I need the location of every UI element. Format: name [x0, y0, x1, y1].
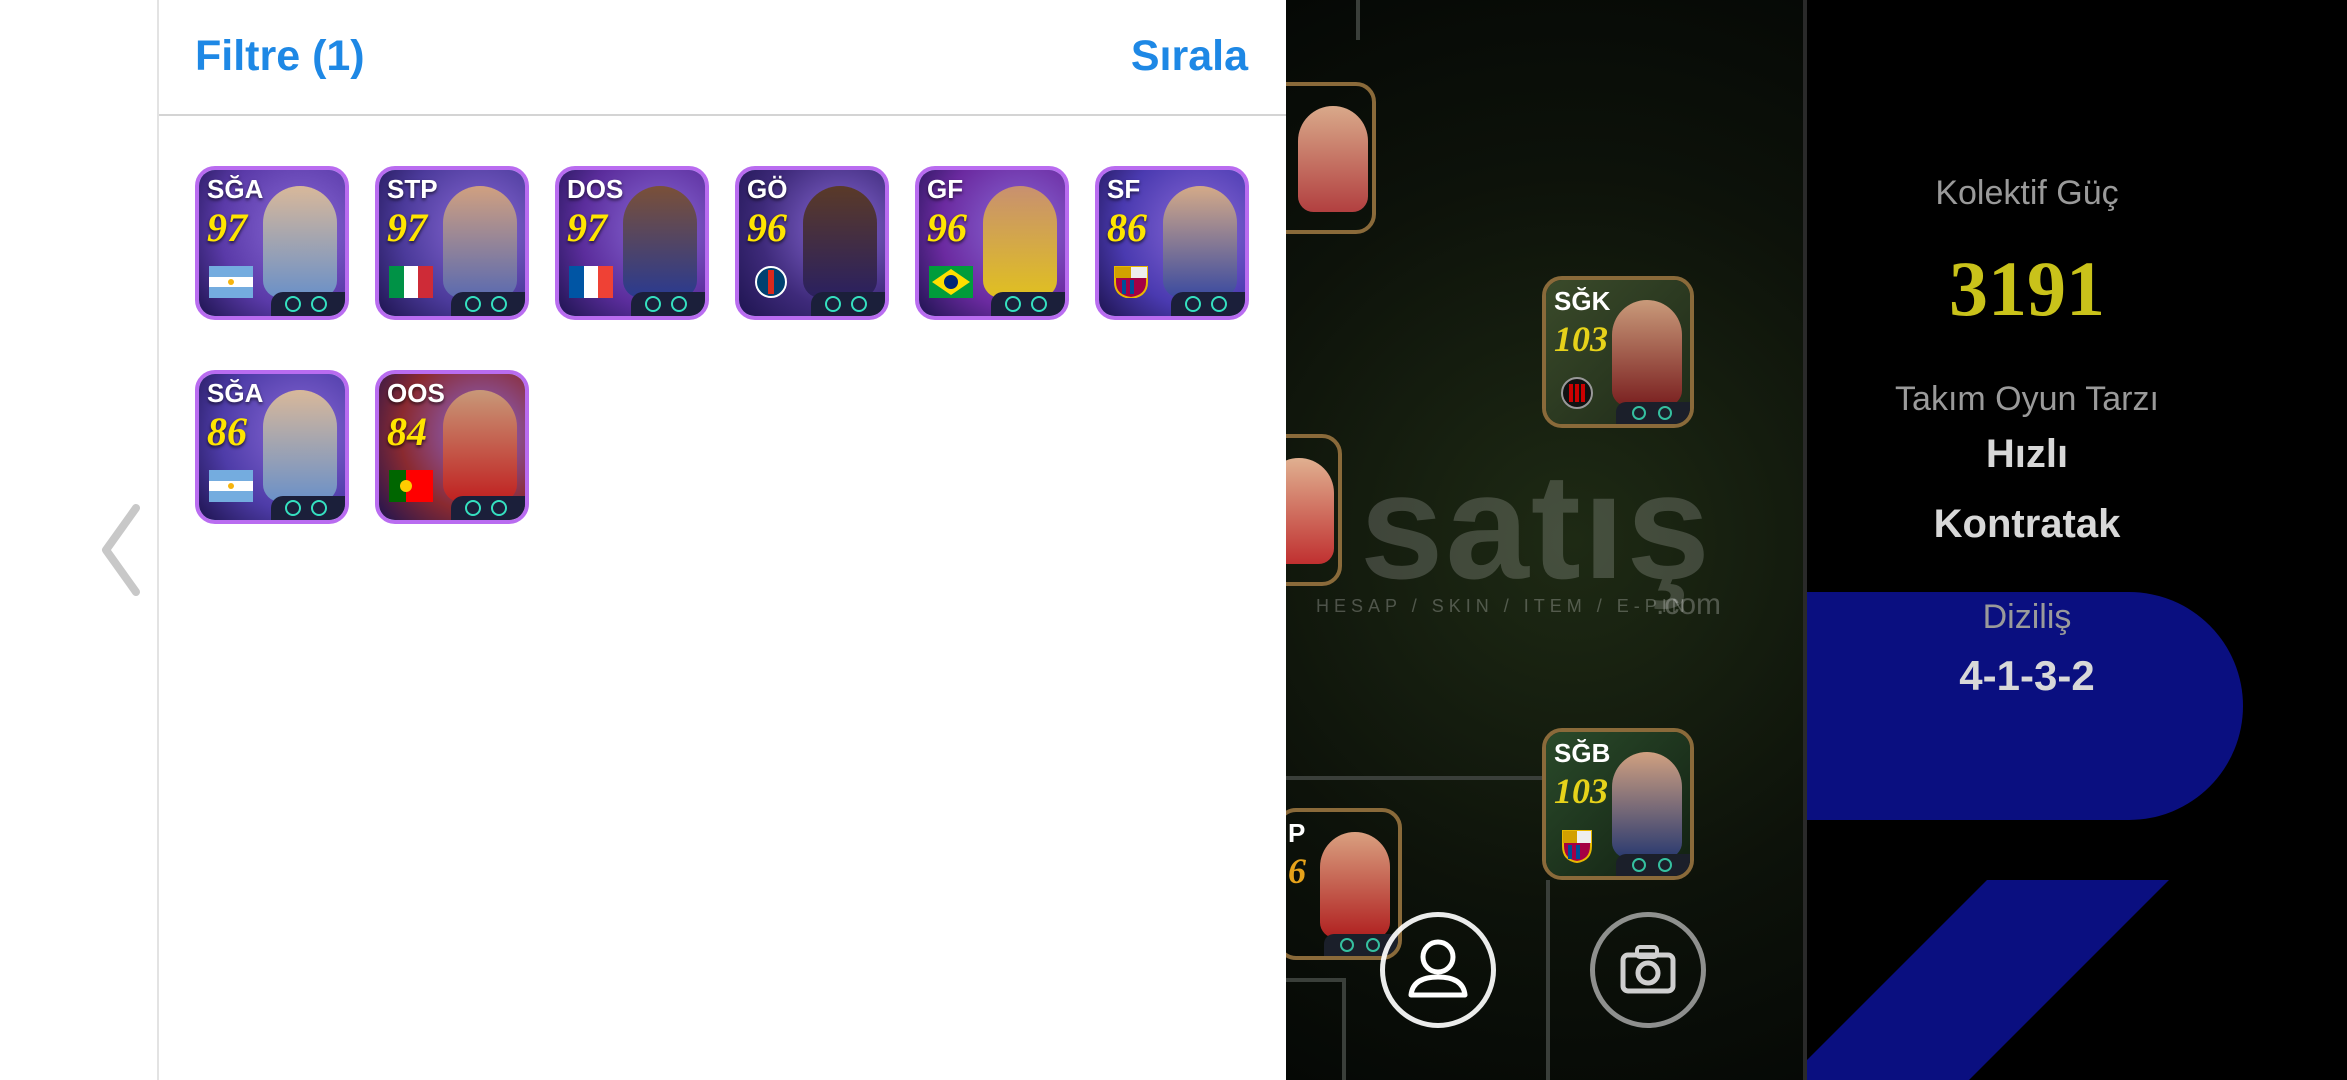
decor-stripe: [1807, 880, 2169, 1080]
user-icon: [1408, 939, 1468, 998]
play-style-value-1: Hızlı: [1985, 432, 2069, 476]
profile-button[interactable]: [1380, 912, 1496, 1028]
sort-button[interactable]: Sırala: [1131, 32, 1248, 81]
player-portrait: [263, 390, 337, 502]
player-card[interactable]: SF 86: [1095, 166, 1249, 320]
player-rating: 103: [1554, 771, 1608, 811]
panel-header: Filtre (1) Sırala: [159, 0, 1286, 116]
player-position: OOS: [387, 378, 445, 408]
player-position: DOS: [567, 174, 624, 204]
skill-slots: [1616, 854, 1690, 876]
camera-button[interactable]: [1590, 912, 1706, 1028]
pitch-line: [1356, 0, 1360, 40]
player-card[interactable]: SĞA 86: [195, 370, 349, 524]
player-portrait: [443, 390, 517, 502]
player-portrait: [263, 186, 337, 298]
player-card[interactable]: GÖ 96: [735, 166, 889, 320]
player-rating: 96: [747, 205, 787, 250]
filter-button[interactable]: Filtre (1): [195, 32, 365, 81]
player-rating: 6: [1288, 851, 1306, 891]
player-rating: 86: [1107, 205, 1147, 250]
collective-power-label: Kolektif Güç: [1935, 174, 2119, 212]
watermark-subtitle: HESAP / SKIN / ITEM / E-PIN: [1316, 596, 1690, 616]
skill-slots: [991, 292, 1065, 316]
pitch-player-card[interactable]: SĞK 103: [1542, 276, 1694, 428]
flag-brazil-icon: [929, 266, 973, 298]
player-rating: 96: [927, 205, 967, 250]
formation-label: Diziliş: [1982, 598, 2072, 636]
pitch-player-card-partial[interactable]: [1286, 82, 1376, 234]
player-rating: 97: [387, 205, 427, 250]
player-card[interactable]: GF 96: [915, 166, 1069, 320]
skill-slots: [1616, 402, 1690, 424]
player-rating: 97: [567, 205, 607, 250]
formation-value[interactable]: 4-1-3-2: [1807, 652, 2247, 700]
skill-slots: [631, 292, 705, 316]
flag-france-icon: [569, 266, 613, 298]
player-position: STP: [387, 174, 438, 204]
player-portrait: [1298, 106, 1368, 212]
player-position: SĞK: [1554, 286, 1611, 316]
club-milan-icon: [1561, 377, 1593, 409]
skill-slots: [451, 292, 525, 316]
skill-slots: [1171, 292, 1245, 316]
player-position: SF: [1107, 174, 1141, 204]
flag-argentina-icon: [209, 470, 253, 502]
chevron-left-icon[interactable]: [96, 500, 146, 600]
player-rating: 84: [387, 409, 427, 454]
player-portrait: [1612, 300, 1682, 406]
player-portrait: [1612, 752, 1682, 858]
pitch-player-card[interactable]: SĞB 103: [1542, 728, 1694, 880]
flag-italy-icon: [389, 266, 433, 298]
skill-slots: [451, 496, 525, 520]
player-rating: 103: [1554, 319, 1608, 359]
club-barcelona-icon: [1114, 266, 1148, 298]
player-position: SĞB: [1554, 738, 1611, 768]
player-card[interactable]: STP 97: [375, 166, 529, 320]
player-portrait: [1286, 458, 1334, 564]
play-style-label: Takım Oyun Tarzı: [1895, 380, 2159, 418]
player-position: SĞA: [207, 174, 264, 204]
camera-icon: [1620, 945, 1676, 994]
player-rating: 97: [207, 205, 247, 250]
player-portrait: [983, 186, 1057, 298]
player-card[interactable]: DOS 97: [555, 166, 709, 320]
player-portrait: [623, 186, 697, 298]
pitch-player-card-partial[interactable]: [1286, 434, 1342, 586]
player-position: GF: [927, 174, 964, 204]
team-info-panel: Kolektif Güç 3191 Takım Oyun Tarzı Hızlı…: [1807, 0, 2347, 1080]
collective-power-value: 3191: [1949, 245, 2105, 332]
skill-slots: [271, 496, 345, 520]
flag-argentina-icon: [209, 266, 253, 298]
skill-slots: [271, 292, 345, 316]
watermark-domain: .com: [1656, 588, 1722, 621]
player-position: SĞA: [207, 378, 264, 408]
player-portrait: [443, 186, 517, 298]
play-style-value-2: Kontratak: [1933, 502, 2121, 546]
left-gutter: [0, 0, 157, 1080]
pitch-line: [1546, 880, 1550, 1080]
pitch-line: [1342, 978, 1346, 1080]
player-portrait: [803, 186, 877, 298]
player-list-panel: Filtre (1) Sırala SĞA 97 STP 97 DOS 97 GÖ 96 GF 9…: [159, 0, 1286, 1080]
player-portrait: [1163, 186, 1237, 298]
player-position: GÖ: [747, 174, 788, 204]
skill-slots: [811, 292, 885, 316]
club-psg-icon: [755, 266, 787, 298]
club-barcelona-icon: [1562, 830, 1592, 864]
player-card[interactable]: SĞA 97: [195, 166, 349, 320]
player-rating: 86: [207, 409, 247, 454]
player-portrait: [1320, 832, 1390, 938]
player-card[interactable]: OOS 84: [375, 370, 529, 524]
player-position: P: [1288, 818, 1306, 848]
pitch-line: [1286, 978, 1346, 982]
flag-portugal-icon: [389, 470, 433, 502]
